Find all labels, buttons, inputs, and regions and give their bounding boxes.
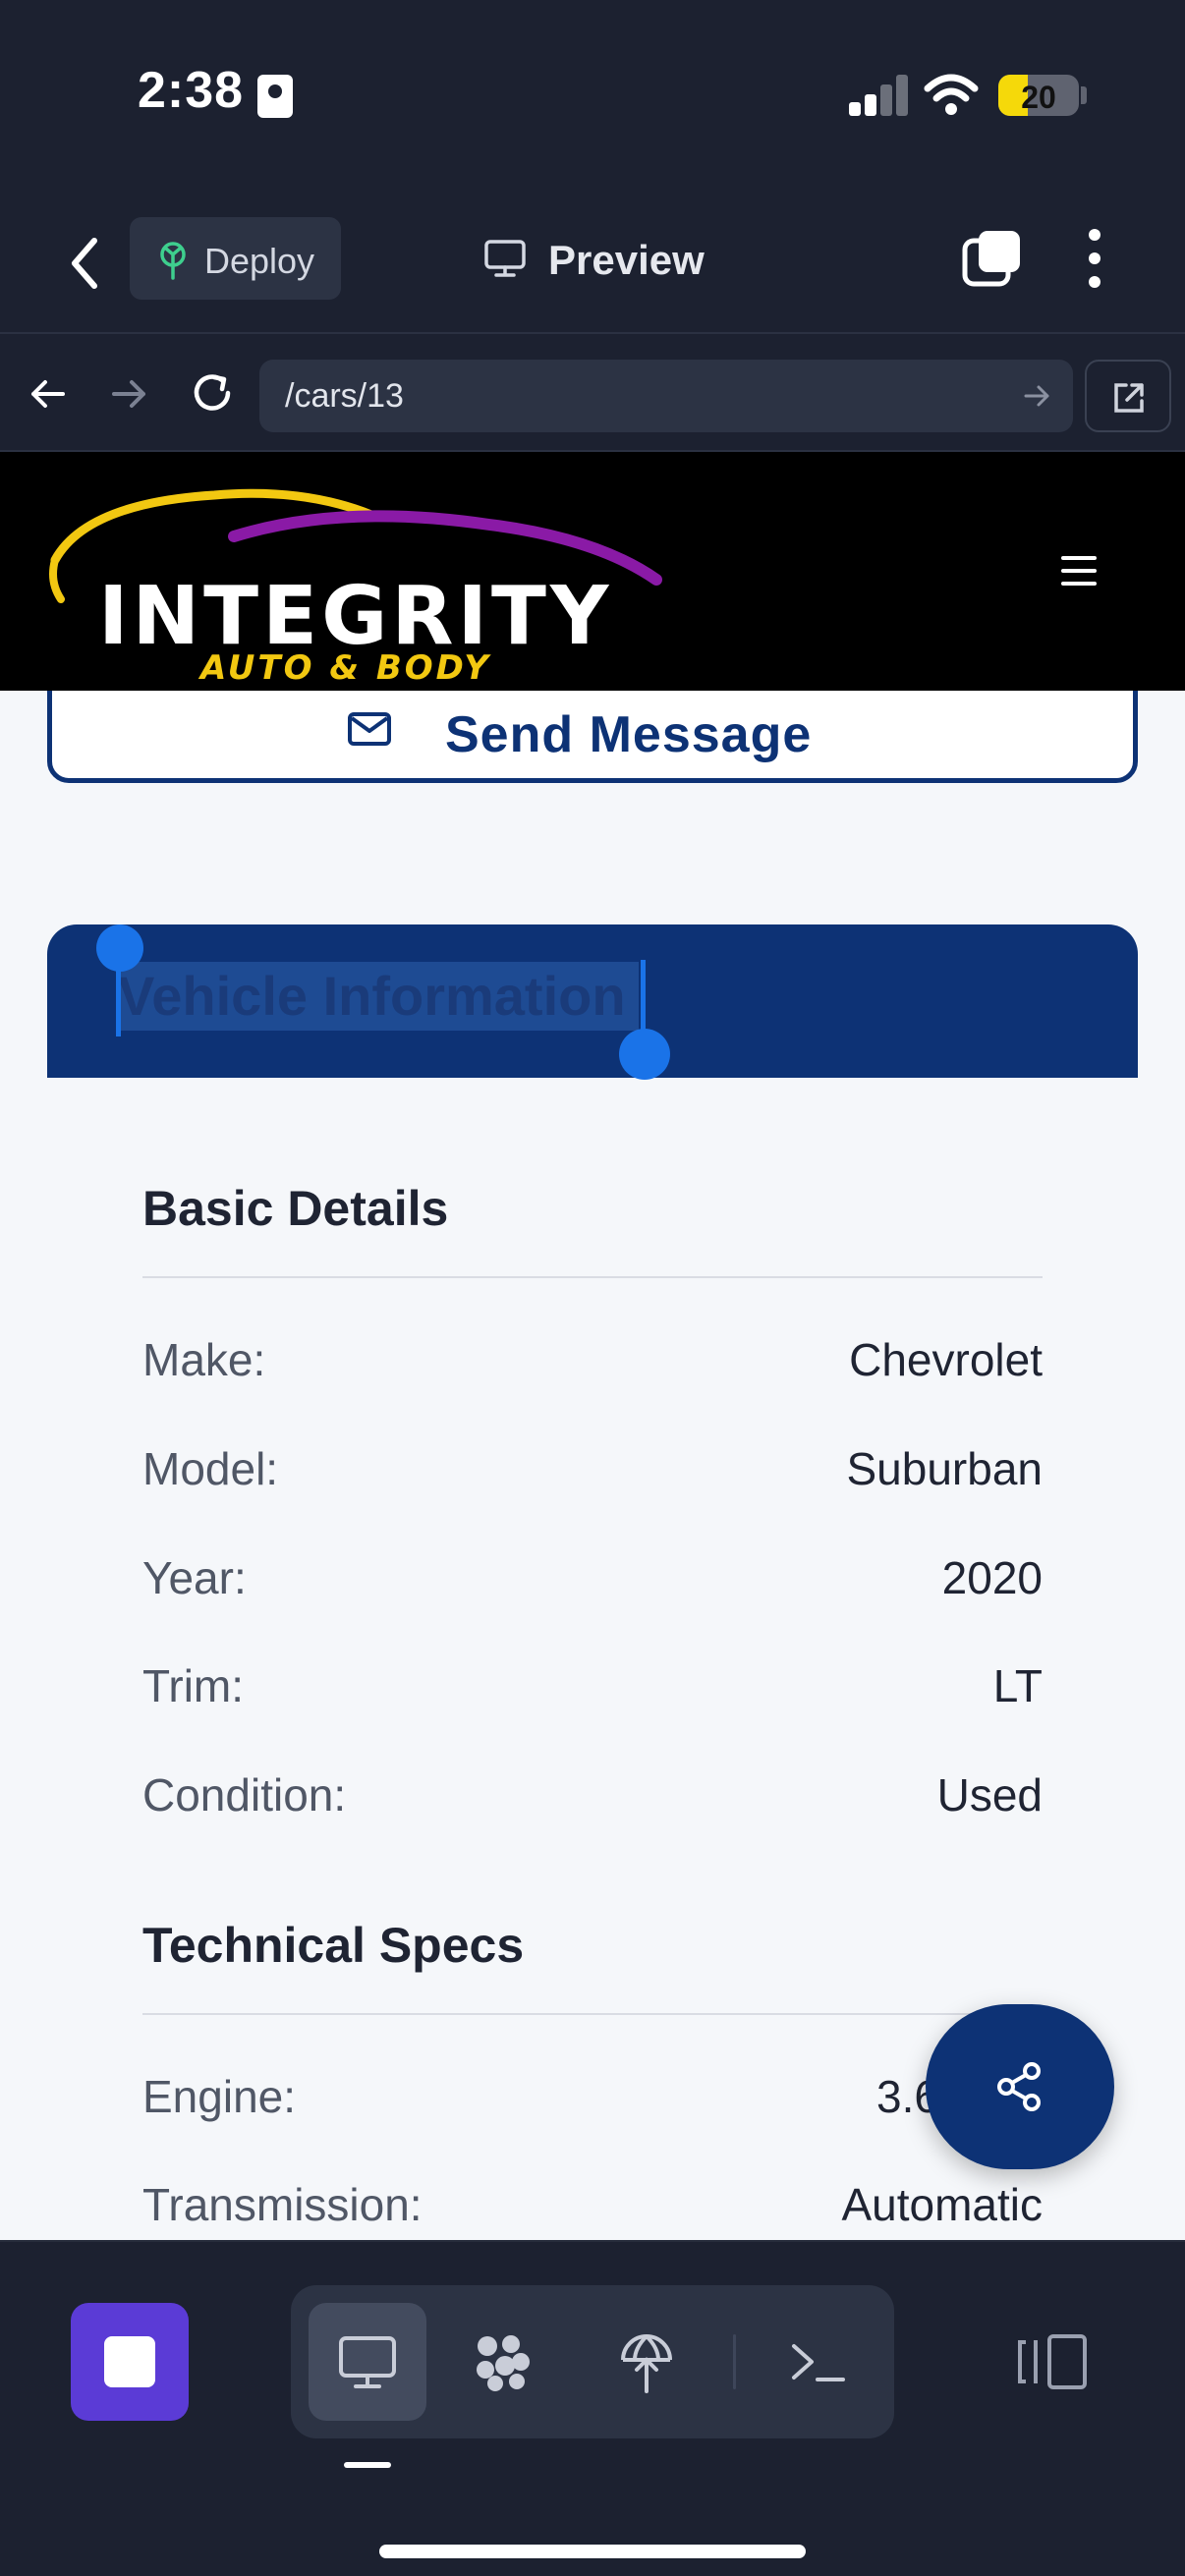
site-header: INTEGRITY AUTO & BODY <box>0 452 1185 691</box>
vehicle-info-title[interactable]: Vehicle Information <box>118 964 626 1028</box>
extensions-tool-button[interactable] <box>444 2303 562 2421</box>
detail-label: Year: <box>142 1552 247 1603</box>
basic-details-title: Basic Details <box>142 1181 449 1236</box>
contact-card-icon <box>257 75 293 118</box>
integrity-logo[interactable]: INTEGRITY AUTO & BODY <box>47 474 666 688</box>
deploy-tool-button[interactable] <box>588 2303 705 2421</box>
browser-back-icon[interactable] <box>28 373 69 415</box>
browser-bar: /cars/13 <box>0 336 1185 452</box>
send-message-label: Send Message <box>445 706 813 763</box>
technical-specs-title: Technical Specs <box>142 1918 525 1973</box>
share-icon <box>997 2062 1041 2111</box>
terminal-icon <box>792 2344 845 2381</box>
vehicle-info-header: Vehicle Information <box>47 924 1138 1080</box>
battery-icon: 20 <box>998 75 1079 116</box>
send-message-button[interactable]: Send Message <box>47 691 1138 783</box>
external-link-icon <box>1114 383 1144 413</box>
section-divider <box>142 2013 1043 2015</box>
extensions-icon <box>477 2335 530 2391</box>
reload-icon[interactable] <box>189 369 236 417</box>
menu-hamburger-icon[interactable] <box>1061 556 1097 586</box>
deploy-icon <box>160 242 186 280</box>
terminal-tool-button[interactable] <box>759 2303 876 2421</box>
bottom-toolbar <box>0 2240 1185 2576</box>
detail-label: Make: <box>142 1334 266 1385</box>
status-bar: 2:38 20 <box>0 0 1185 192</box>
selection-end-caret <box>641 960 646 1036</box>
go-arrow-icon[interactable] <box>1022 381 1051 411</box>
url-field[interactable]: /cars/13 <box>259 360 1073 432</box>
home-indicator[interactable] <box>379 2545 806 2558</box>
preview-label: Preview <box>548 237 705 283</box>
browser-forward-icon[interactable] <box>108 373 149 415</box>
open-external-button[interactable] <box>1085 360 1171 432</box>
cellular-signal-icon <box>849 75 908 116</box>
selection-end-handle[interactable] <box>619 1029 670 1080</box>
detail-value: LT <box>992 1660 1043 1711</box>
detail-label: Condition: <box>142 1769 347 1820</box>
panel-layout-icon[interactable] <box>1016 2330 1091 2393</box>
mail-icon <box>348 712 391 746</box>
active-tool-indicator <box>344 2462 391 2468</box>
detail-label: Trim: <box>142 1660 245 1711</box>
toolbar-divider <box>733 2334 736 2389</box>
detail-value: Chevrolet <box>849 1334 1043 1385</box>
page-content: Send Message Vehicle Information Basic D… <box>0 691 1185 2240</box>
detail-value: Suburban <box>846 1443 1044 1494</box>
spec-label: Transmission: <box>142 2179 423 2230</box>
stop-icon <box>104 2336 155 2387</box>
tool-group <box>291 2285 894 2438</box>
deploy-label: Deploy <box>204 241 315 281</box>
deploy-icon <box>621 2334 672 2393</box>
section-divider <box>142 1276 1043 1278</box>
wifi-icon <box>924 74 979 115</box>
app-header: Deploy Preview <box>0 192 1185 334</box>
selection-start-handle[interactable] <box>96 924 143 972</box>
more-options-icon[interactable] <box>1081 227 1110 290</box>
share-button[interactable] <box>926 2004 1114 2169</box>
detail-value: 2020 <box>941 1552 1043 1603</box>
preview-tool-button[interactable] <box>309 2303 426 2421</box>
spec-label: Engine: <box>142 2071 297 2122</box>
detail-value: Used <box>936 1769 1043 1820</box>
deploy-button[interactable]: Deploy <box>130 217 341 300</box>
monitor-icon <box>484 240 526 277</box>
url-text: /cars/13 <box>285 377 404 415</box>
spec-value: Automatic <box>841 2179 1043 2230</box>
back-chevron-icon[interactable] <box>61 229 110 298</box>
status-time: 2:38 <box>138 62 245 119</box>
battery-level: 20 <box>1021 80 1056 115</box>
tabs-icon[interactable] <box>961 227 1024 290</box>
monitor-icon <box>339 2336 396 2388</box>
detail-label: Model: <box>142 1443 279 1494</box>
logo-subtext: AUTO & BODY <box>200 648 491 688</box>
stop-button[interactable] <box>71 2303 189 2421</box>
